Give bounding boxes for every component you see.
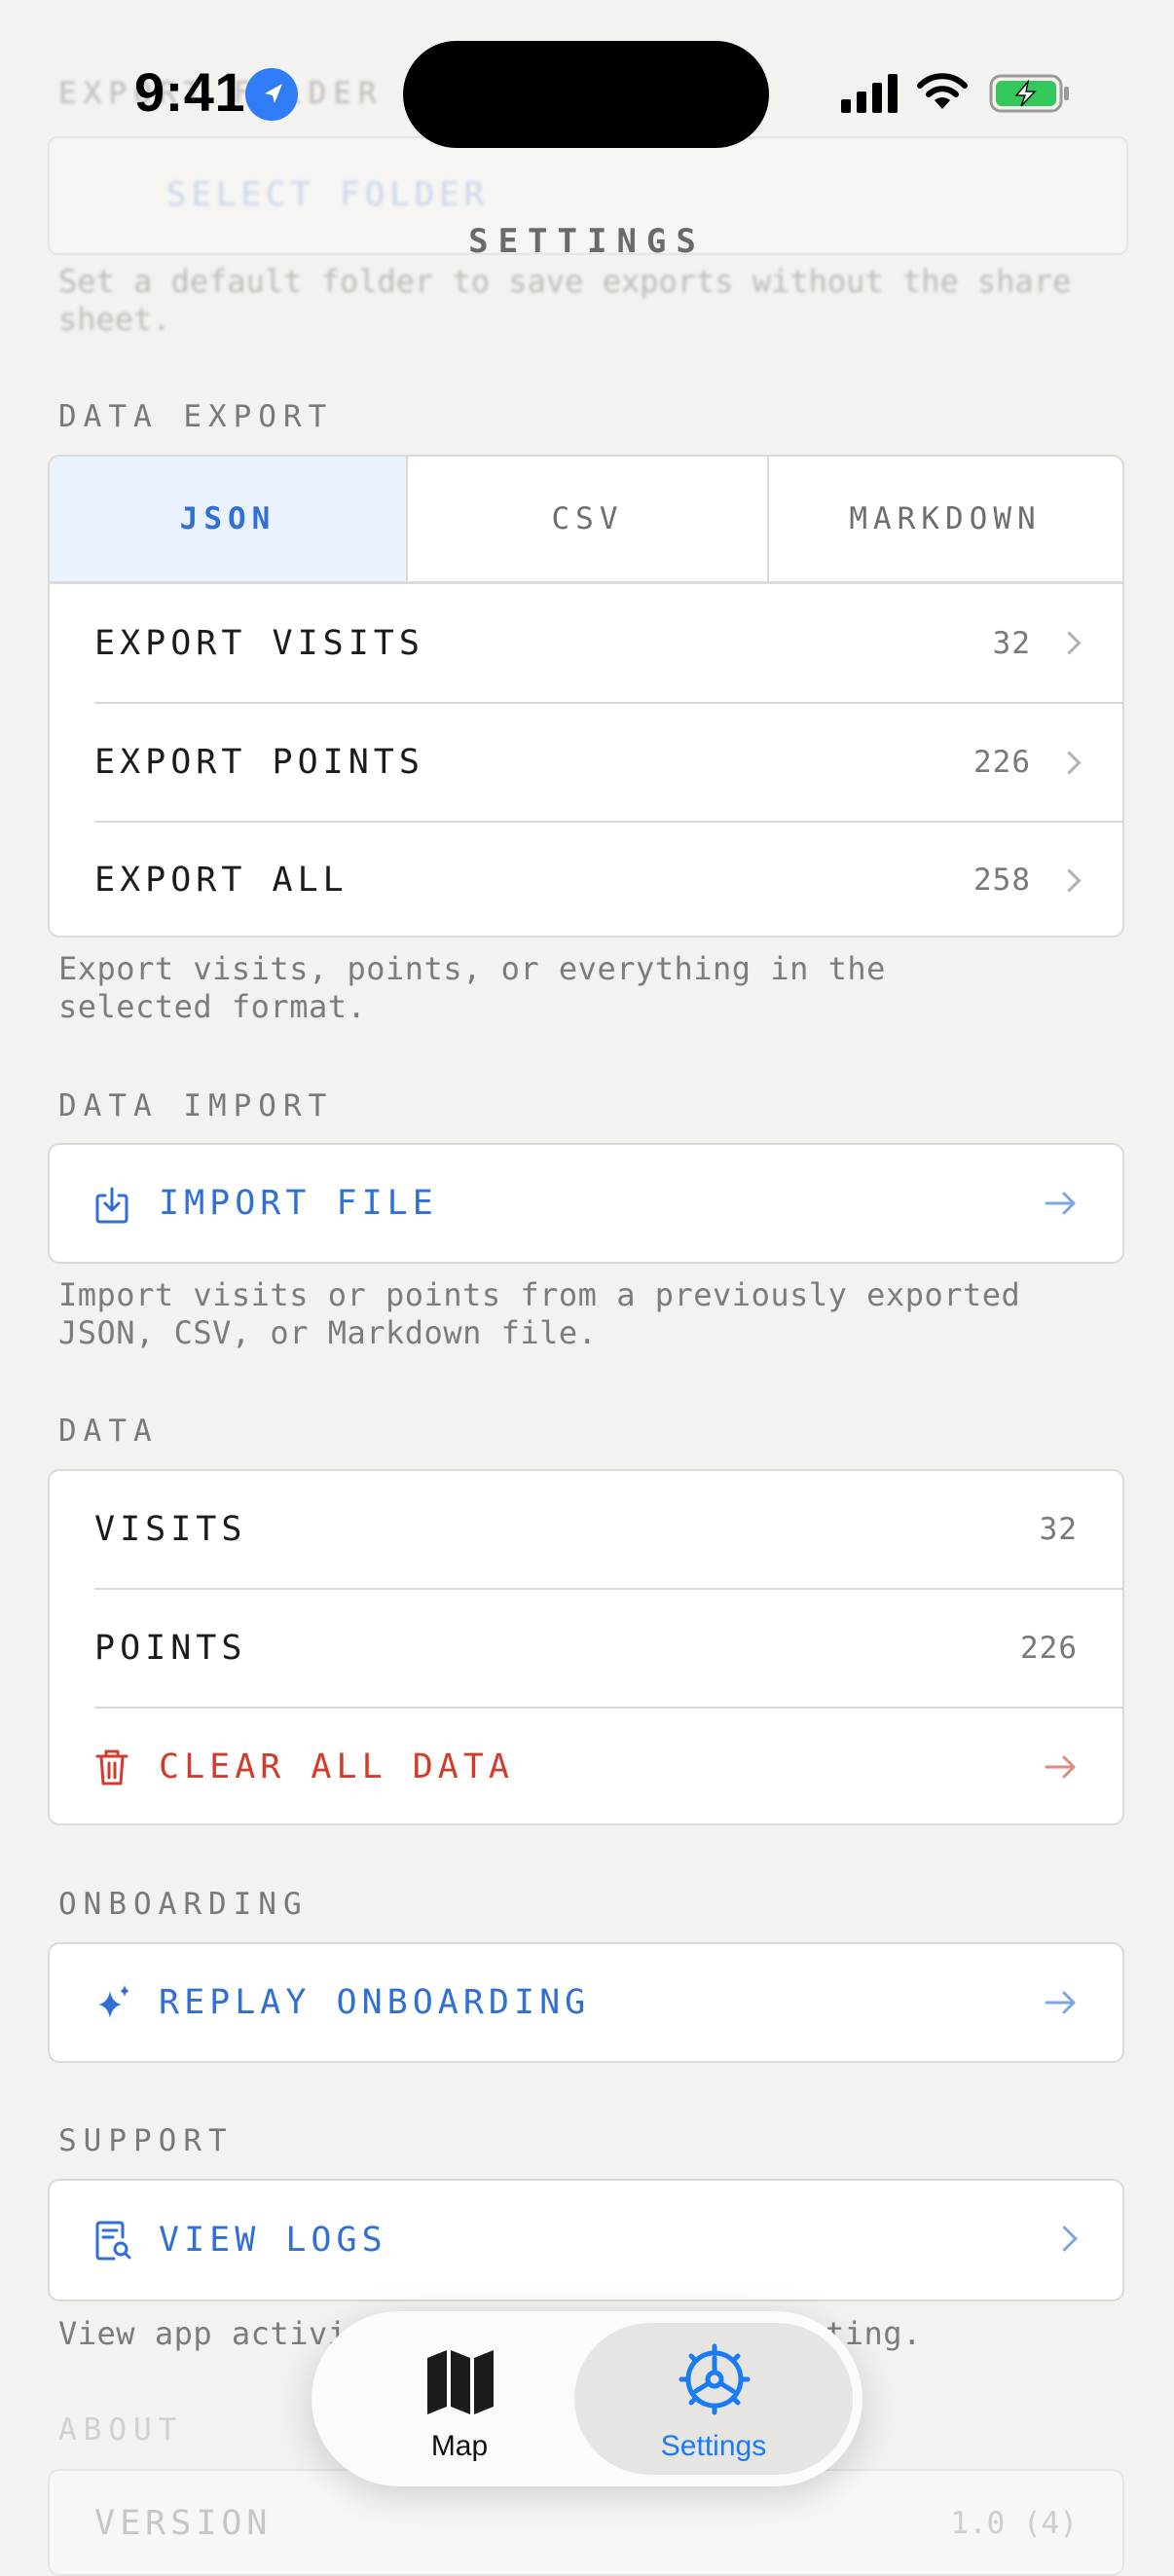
data-import-help-line-2: JSON, CSV, or Markdown file. [58, 1314, 598, 1351]
format-option-csv-label: CSV [551, 501, 624, 536]
signal-icon [841, 72, 899, 119]
view-logs-label: VIEW LOGS [159, 2221, 387, 2260]
replay-onboarding-button[interactable]: REPLAY ONBOARDING [48, 1942, 1124, 2063]
format-option-markdown[interactable]: MARKDOWN [769, 457, 1121, 581]
export-all-label: EXPORT ALL [94, 861, 349, 900]
version-label: VERSION [94, 2504, 273, 2543]
data-export-help-line-1: Export visits, points, or everything in … [58, 950, 886, 987]
points-row: POINTS 226 [50, 1590, 1122, 1707]
points-label: POINTS [94, 1629, 247, 1668]
chevron-right-icon [1057, 867, 1082, 893]
tab-settings[interactable]: Settings [613, 2337, 814, 2473]
tab-map[interactable]: Map [370, 2337, 549, 2473]
location-arrow-icon [245, 68, 298, 121]
section-label-onboarding: ONBOARDING [58, 1887, 309, 1922]
sparkles-icon [94, 1983, 133, 2028]
section-label-data: DATA [58, 1414, 159, 1449]
export-points-label: EXPORT POINTS [94, 743, 424, 782]
format-option-json[interactable]: JSON [50, 457, 408, 581]
section-label-data-import: DATA IMPORT [58, 1088, 334, 1123]
gear-icon [678, 2342, 752, 2420]
page-title: SETTINGS [468, 222, 706, 261]
clear-all-data-button[interactable]: CLEAR ALL DATA [50, 1709, 1122, 1825]
export-points-count: 226 [973, 745, 1031, 780]
data-export-help-line-2: selected format. [58, 988, 367, 1025]
export-visits-row[interactable]: EXPORT VISITS 32 [50, 584, 1122, 702]
clear-all-data-label: CLEAR ALL DATA [159, 1748, 515, 1786]
import-file-button[interactable]: IMPORT FILE [48, 1143, 1124, 1264]
tab-settings-label: Settings [660, 2430, 767, 2462]
data-import-help-line-1: Import visits or points from a previousl… [58, 1276, 1021, 1313]
visits-count: 32 [1039, 1512, 1078, 1547]
section-label-data-export: DATA EXPORT [58, 399, 334, 434]
map-icon [425, 2348, 495, 2420]
import-file-label: IMPORT FILE [159, 1184, 438, 1223]
status-time: 9:41 [134, 61, 246, 123]
import-icon [94, 1186, 129, 1229]
chevron-right-icon [1051, 2226, 1078, 2252]
export-points-row[interactable]: EXPORT POINTS 226 [50, 704, 1122, 821]
points-count: 226 [1020, 1631, 1078, 1666]
format-option-markdown-label: MARKDOWN [849, 501, 1042, 536]
arrow-right-icon [1045, 1989, 1078, 2020]
battery-icon [989, 74, 1071, 117]
document-search-icon [94, 2220, 131, 2266]
dynamic-island [403, 41, 769, 148]
arrow-right-icon [1045, 1753, 1078, 1785]
section-label-about: ABOUT [58, 2412, 184, 2447]
format-option-json-label: JSON [179, 501, 276, 536]
wifi-icon [915, 70, 970, 117]
visits-row: VISITS 32 [50, 1471, 1122, 1588]
tab-map-label: Map [430, 2430, 489, 2462]
data-card: VISITS 32 POINTS 226 CLEAR ALL DATA [48, 1469, 1124, 1825]
view-logs-button[interactable]: VIEW LOGS [48, 2179, 1124, 2301]
export-all-count: 258 [973, 863, 1031, 898]
arrow-right-icon [1045, 1190, 1078, 1221]
chevron-right-icon [1057, 631, 1082, 655]
export-visits-count: 32 [992, 625, 1031, 661]
export-all-row[interactable]: EXPORT ALL 258 [50, 823, 1122, 938]
chevron-right-icon [1057, 750, 1082, 775]
trash-icon [94, 1748, 129, 1790]
visits-label: VISITS [94, 1510, 247, 1549]
replay-onboarding-label: REPLAY ONBOARDING [159, 1983, 591, 2022]
select-folder-label: SELECT FOLDER [166, 175, 490, 214]
section-label-support: SUPPORT [58, 2123, 234, 2158]
support-help-left: View app activi [58, 2315, 348, 2352]
version-value: 1.0 (4) [950, 2506, 1078, 2541]
export-visits-label: EXPORT VISITS [94, 623, 424, 663]
data-export-card: JSON CSV MARKDOWN EXPORT VISITS 32 EXPOR… [48, 455, 1124, 938]
export-folder-help: Set a default folder to save exports wit… [58, 263, 1072, 338]
format-option-csv[interactable]: CSV [408, 457, 769, 581]
